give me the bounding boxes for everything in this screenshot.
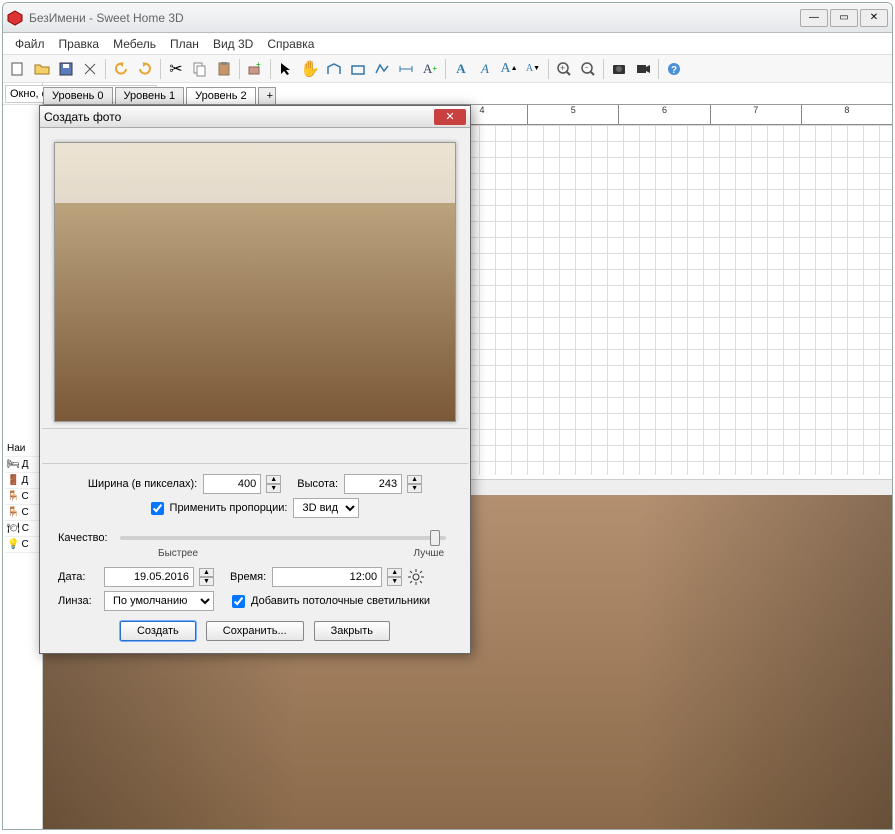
date-label: Дата: — [58, 571, 98, 583]
redo-icon[interactable] — [134, 58, 156, 80]
pan-icon[interactable]: ✋ — [299, 58, 321, 80]
svg-text:-: - — [585, 62, 588, 72]
tab-level1[interactable]: Уровень 1 — [115, 87, 185, 104]
select-icon[interactable] — [275, 58, 297, 80]
create-button[interactable]: Создать — [120, 621, 196, 641]
preview-scroll-area[interactable] — [42, 428, 468, 464]
height-input[interactable] — [344, 474, 402, 494]
menu-plan[interactable]: План — [164, 35, 205, 53]
text-increase-icon[interactable]: A▲ — [498, 58, 520, 80]
photo-preview — [54, 142, 456, 422]
room-icon[interactable] — [347, 58, 369, 80]
titlebar: БезИмени - Sweet Home 3D — ▭ ✕ — [3, 3, 892, 33]
quality-slider[interactable] — [120, 536, 446, 540]
new-icon[interactable] — [7, 58, 29, 80]
app-icon — [7, 10, 23, 26]
list-item[interactable]: 🪑С — [5, 505, 39, 521]
minimize-button[interactable]: — — [800, 9, 828, 27]
photo-icon[interactable] — [608, 58, 630, 80]
proportions-select[interactable]: 3D вид — [293, 498, 359, 518]
list-item[interactable]: 💡С — [5, 537, 39, 553]
width-label: Ширина (в пикселах): — [88, 478, 197, 490]
toolbar: ✂ + ✋ A+ A A A▲ A▼ + - ? — [3, 55, 892, 83]
width-up-icon[interactable]: ▲ — [266, 475, 281, 484]
save-button[interactable]: Сохранить... — [206, 621, 304, 641]
menubar: Файл Правка Мебель План Вид 3D Справка — [3, 33, 892, 55]
svg-text:+: + — [560, 63, 565, 73]
wall-icon[interactable] — [323, 58, 345, 80]
preferences-icon[interactable] — [79, 58, 101, 80]
tab-level2[interactable]: Уровень 2 — [186, 87, 256, 104]
quality-label: Качество: — [58, 532, 108, 544]
polyline-icon[interactable] — [371, 58, 393, 80]
zoom-out-icon[interactable]: - — [577, 58, 599, 80]
text-decrease-icon[interactable]: A▼ — [522, 58, 544, 80]
height-down-icon[interactable]: ▼ — [407, 484, 422, 493]
create-photo-dialog: Создать фото ✕ Ширина (в пикселах): ▲▼ В… — [39, 105, 471, 654]
paste-icon[interactable] — [213, 58, 235, 80]
open-icon[interactable] — [31, 58, 53, 80]
width-input[interactable] — [203, 474, 261, 494]
copy-icon[interactable] — [189, 58, 211, 80]
list-item[interactable]: 🛏Д — [5, 457, 39, 473]
width-down-icon[interactable]: ▼ — [266, 484, 281, 493]
help-icon[interactable]: ? — [663, 58, 685, 80]
add-furniture-icon[interactable]: + — [244, 58, 266, 80]
proportions-label: Применить пропорции: — [170, 502, 288, 514]
quality-slider-thumb[interactable] — [430, 530, 440, 546]
video-icon[interactable] — [632, 58, 654, 80]
ceiling-lights-checkbox[interactable] — [232, 595, 245, 608]
window-title: БезИмени - Sweet Home 3D — [29, 11, 184, 25]
ceiling-lights-label: Добавить потолочные светильники — [251, 595, 430, 607]
dialog-close-button[interactable]: ✕ — [434, 109, 466, 125]
undo-icon[interactable] — [110, 58, 132, 80]
dialog-titlebar[interactable]: Создать фото ✕ — [40, 106, 470, 128]
time-label: Время: — [230, 571, 266, 583]
menu-furniture[interactable]: Мебель — [107, 35, 162, 53]
tab-level0[interactable]: Уровень 0 — [43, 87, 113, 104]
main-window: БезИмени - Sweet Home 3D — ▭ ✕ Файл Прав… — [2, 2, 893, 830]
tab-add-level[interactable]: + — [258, 87, 276, 104]
height-label: Высота: — [297, 478, 338, 490]
date-input[interactable] — [104, 567, 194, 587]
quality-best-label: Лучше — [414, 548, 444, 559]
sun-icon[interactable] — [408, 569, 424, 585]
dialog-title-text: Создать фото — [44, 110, 121, 124]
menu-file[interactable]: Файл — [9, 35, 51, 53]
text-italic-icon[interactable]: A — [474, 58, 496, 80]
list-heading: Наи — [5, 441, 39, 457]
list-item[interactable]: 🚪Д — [5, 473, 39, 489]
time-input[interactable] — [272, 567, 382, 587]
cut-icon[interactable]: ✂ — [165, 58, 187, 80]
zoom-in-icon[interactable]: + — [553, 58, 575, 80]
dimension-icon[interactable] — [395, 58, 417, 80]
height-up-icon[interactable]: ▲ — [407, 475, 422, 484]
save-icon[interactable] — [55, 58, 77, 80]
time-down-icon[interactable]: ▼ — [387, 577, 402, 586]
maximize-button[interactable]: ▭ — [830, 9, 858, 27]
close-dialog-button[interactable]: Закрыть — [314, 621, 390, 641]
time-up-icon[interactable]: ▲ — [387, 568, 402, 577]
menu-help[interactable]: Справка — [261, 35, 320, 53]
svg-text:+: + — [256, 61, 261, 69]
list-item[interactable]: 🪑С — [5, 489, 39, 505]
date-down-icon[interactable]: ▼ — [199, 577, 214, 586]
list-item[interactable]: 🍽С — [5, 521, 39, 537]
lens-label: Линза: — [58, 595, 98, 607]
menu-view3d[interactable]: Вид 3D — [207, 35, 259, 53]
lens-select[interactable]: По умолчанию — [104, 591, 214, 611]
text-icon[interactable]: A+ — [419, 58, 441, 80]
proportions-checkbox[interactable] — [151, 502, 164, 515]
menu-edit[interactable]: Правка — [53, 35, 106, 53]
svg-text:?: ? — [671, 65, 677, 76]
date-up-icon[interactable]: ▲ — [199, 568, 214, 577]
close-button[interactable]: ✕ — [860, 9, 888, 27]
text-bold-icon[interactable]: A — [450, 58, 472, 80]
quality-fast-label: Быстрее — [158, 548, 198, 559]
level-tabs: Уровень 0 Уровень 1 Уровень 2 + — [43, 83, 892, 105]
furniture-list: Наи 🛏Д 🚪Д 🪑С 🪑С 🍽С 💡С — [5, 441, 39, 553]
